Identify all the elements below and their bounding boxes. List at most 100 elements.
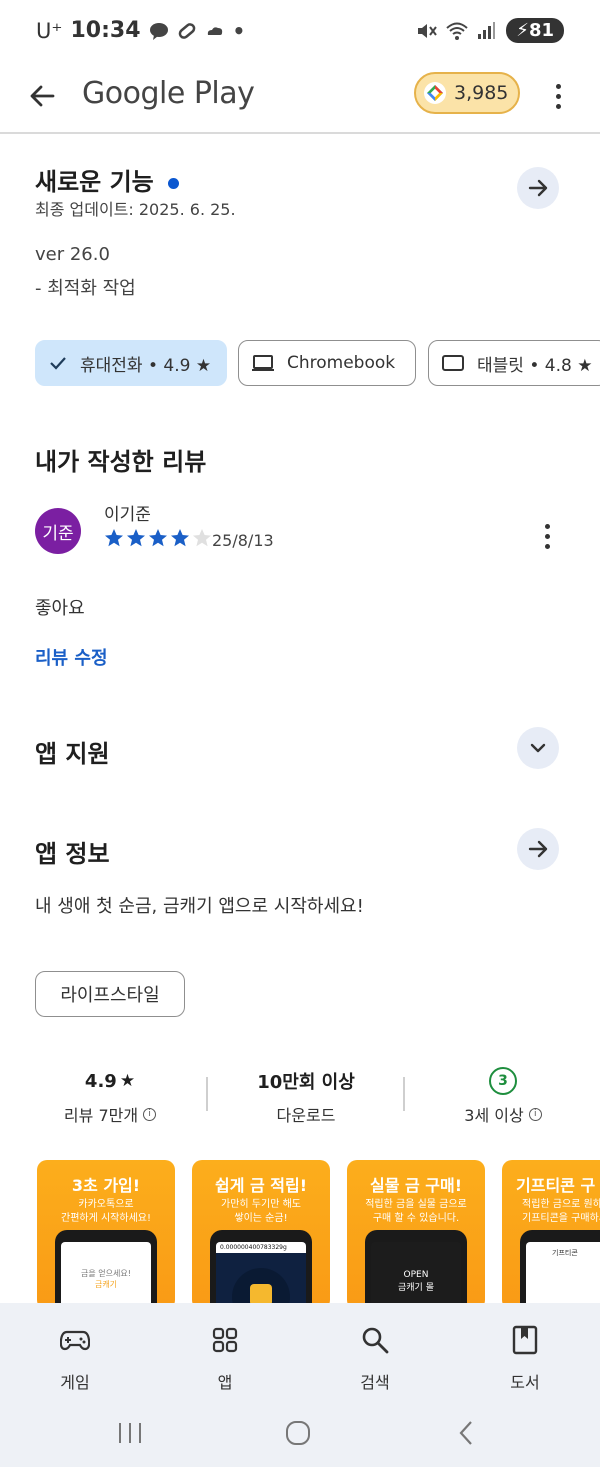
- chip-phone-label: 휴대전화 • 4.9 ★: [80, 355, 212, 376]
- whats-new-arrow-button[interactable]: [517, 167, 559, 209]
- dot: [555, 103, 561, 109]
- arrow-right-icon: [528, 840, 548, 858]
- screenshot-headline: 쉽게 금 적립!: [214, 1176, 308, 1195]
- screenshot-sub-line: 적립한 금을 실물 금으로: [365, 1199, 467, 1210]
- link-notification-icon: [177, 21, 197, 41]
- edit-review-link[interactable]: 리뷰 수정: [35, 644, 108, 670]
- screenshot-sub-line: 구매 할 수 있습니다.: [372, 1213, 460, 1224]
- stat-rating-label: 리뷰 7만개: [63, 1106, 139, 1125]
- home-icon: [286, 1421, 310, 1445]
- screenshot-sub-line: 적립한 금으로 원하: [522, 1199, 600, 1210]
- screenshot-3[interactable]: 실물 금 구매! 적립한 금을 실물 금으로 구매 할 수 있습니다. OPEN…: [347, 1160, 485, 1310]
- chip-phone[interactable]: 휴대전화 • 4.9 ★: [35, 340, 227, 386]
- divider: [403, 1077, 405, 1111]
- app-description: 내 생애 첫 순금, 금캐기 앱으로 시작하세요!: [35, 896, 364, 917]
- status-right: ⚡81: [416, 18, 564, 43]
- screenshot-headline: 3초 가입!: [71, 1176, 141, 1195]
- screenshot-2[interactable]: 쉽게 금 적립! 가만히 두기만 해도 쌓이는 순금! 0.0000004007…: [192, 1160, 330, 1310]
- screenshot-sub-line: 기프티콘을 구매하세: [522, 1213, 600, 1224]
- age-rating-badge: 3: [489, 1067, 517, 1095]
- review-date: 25/8/13: [212, 531, 274, 550]
- screenshot-sub-line: 쌓이는 순금!: [234, 1213, 288, 1224]
- stat-age-label-row: 3세 이상 i: [413, 1102, 593, 1126]
- book-icon: [475, 1323, 575, 1357]
- chevron-down-icon: [530, 743, 546, 753]
- system-back-button[interactable]: [446, 1413, 486, 1453]
- arrow-left-icon: [30, 85, 55, 107]
- stat-age-value-row: 3: [413, 1067, 593, 1095]
- avatar: 기준: [35, 508, 81, 554]
- nav-search[interactable]: 검색: [325, 1323, 425, 1393]
- screenshot-subtitle: 적립한 금으로 원하 기프티콘을 구매하세: [502, 1198, 600, 1226]
- phone-screen: 0.000000400783329g: [216, 1242, 306, 1310]
- stat-downloads-label: 다운로드: [276, 1106, 336, 1125]
- dot: [555, 93, 561, 99]
- info-icon[interactable]: i: [528, 1107, 542, 1121]
- star-icon: ★: [119, 1071, 136, 1091]
- stat-rating-value-row: 4.9 ★: [20, 1068, 200, 1094]
- screenshot-subtitle: 가만히 두기만 해도 쌓이는 순금!: [192, 1198, 330, 1226]
- screenshot-headline: 실물 금 구매!: [369, 1176, 463, 1195]
- more-options-button[interactable]: [540, 76, 576, 116]
- play-points-button[interactable]: 3,985: [414, 72, 520, 114]
- review-stars: [104, 528, 212, 548]
- nav-books[interactable]: 도서: [475, 1323, 575, 1393]
- carrier-label: U⁺: [36, 18, 63, 43]
- bottom-navigation: 게임 앱 검색 도서: [0, 1303, 600, 1467]
- phone-screen-text: 기프티콘: [552, 1249, 578, 1257]
- new-indicator-dot: [167, 177, 179, 189]
- gamepad-icon: [25, 1323, 125, 1357]
- app-info-arrow-button[interactable]: [517, 828, 559, 870]
- phone-screen: OPEN 금캐기 몰: [371, 1242, 461, 1310]
- review-more-button[interactable]: [529, 516, 565, 556]
- info-icon[interactable]: i: [143, 1107, 157, 1121]
- phone-screen: 금을 얻으세요! 금캐기: [61, 1242, 151, 1310]
- stat-age: 3 3세 이상 i: [413, 1067, 593, 1126]
- app-info-title: 앱 정보: [35, 840, 110, 868]
- category-chip[interactable]: 라이프스타일: [35, 971, 185, 1017]
- screenshot-4[interactable]: 기프티콘 구 적립한 금으로 원하 기프티콘을 구매하세 기프티콘: [502, 1160, 600, 1310]
- divider: [206, 1077, 208, 1111]
- arrow-right-icon: [528, 179, 548, 197]
- tablet-icon: [442, 355, 464, 371]
- back-button[interactable]: [22, 76, 62, 116]
- chip-chromebook[interactable]: Chromebook: [238, 340, 416, 386]
- phone-mockup: 기프티콘: [520, 1230, 600, 1310]
- points-value: 3,985: [454, 82, 509, 104]
- phone-mockup: 금을 얻으세요! 금캐기: [55, 1230, 157, 1310]
- battery-level: 81: [528, 20, 554, 41]
- home-button[interactable]: [278, 1413, 318, 1453]
- screenshot-subtitle: 카카오톡으로 간편하게 시작하세요!: [37, 1198, 175, 1226]
- nav-apps[interactable]: 앱: [175, 1323, 275, 1393]
- stat-rating-value: 4.9: [84, 1070, 117, 1092]
- star-empty-icon: [193, 529, 211, 547]
- stat-rating: 4.9 ★ 리뷰 7만개 i: [20, 1068, 200, 1126]
- clock: 10:34: [70, 18, 141, 43]
- phone-screen-text: OPEN: [403, 1270, 429, 1280]
- recent-apps-button[interactable]: [110, 1413, 150, 1453]
- screenshot-sub-line: 가만히 두기만 해도: [221, 1199, 301, 1210]
- chip-tablet[interactable]: 태블릿 • 4.8 ★: [428, 340, 600, 386]
- chip-chromebook-label: Chromebook: [287, 353, 396, 373]
- mute-icon: [416, 21, 438, 41]
- talk-notification-icon: [149, 21, 169, 41]
- screenshot-sub-line: 카카오톡으로: [78, 1199, 134, 1210]
- nav-games[interactable]: 게임: [25, 1323, 125, 1393]
- screenshot-1[interactable]: 3초 가입! 카카오톡으로 간편하게 시작하세요! 금을 얻으세요! 금캐기: [37, 1160, 175, 1310]
- status-left: U⁺ 10:34 •: [36, 18, 245, 43]
- recent-apps-icon: [119, 1423, 141, 1443]
- app-support-expand-button[interactable]: [517, 727, 559, 769]
- laptop-icon: [252, 355, 274, 371]
- star-icon: [105, 529, 123, 547]
- dot: [555, 83, 561, 89]
- last-updated: 최종 업데이트: 2025. 6. 25.: [35, 200, 236, 219]
- whats-new-title: 새로운 기능: [35, 162, 179, 197]
- phone-screen-text: 금을 얻으세요!: [81, 1269, 131, 1278]
- version-text: ver 26.0: [35, 244, 110, 265]
- screenshot-subtitle: 적립한 금을 실물 금으로 구매 할 수 있습니다.: [347, 1198, 485, 1226]
- play-points-icon: [424, 82, 446, 104]
- release-note: - 최적화 작업: [35, 278, 136, 299]
- wifi-icon: [446, 21, 468, 41]
- battery-indicator: ⚡81: [506, 18, 564, 43]
- star-icon: [127, 529, 145, 547]
